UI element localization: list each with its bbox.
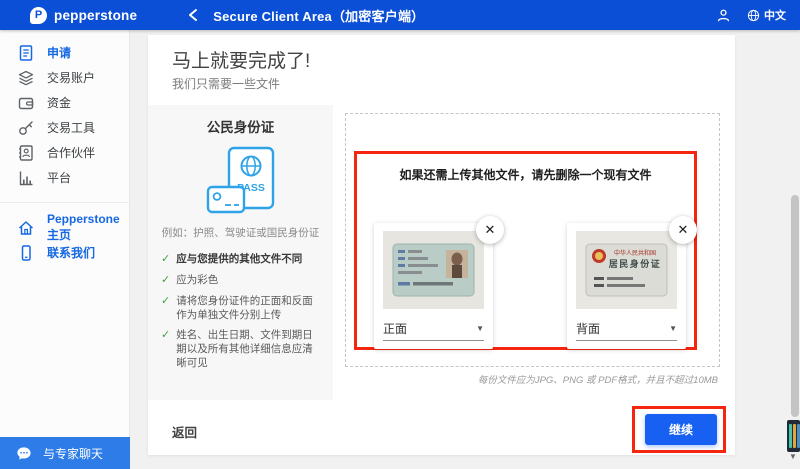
main-content: 马上就要完成了! 我们只需要一些文件 公民身份证 PASS 例如：护照、驾驶证或… xyxy=(148,35,735,455)
svg-text:中华人民共和国: 中华人民共和国 xyxy=(614,249,656,257)
sidebar-link-homepage[interactable]: Pepperstone 主页 xyxy=(0,212,129,242)
sidebar-item-trading-accounts[interactable]: 交易账户 xyxy=(0,65,129,90)
globe-icon xyxy=(747,9,760,21)
wallet-icon xyxy=(17,94,35,112)
check-icon: ✓ xyxy=(161,294,171,307)
sidebar-item-trading-tools[interactable]: 交易工具 xyxy=(0,115,129,140)
uploaded-file-card-front: ✕ 正面 ▼ xyxy=(374,216,504,349)
sidebar-item-label: 联系我们 xyxy=(47,246,96,260)
sidebar-divider xyxy=(0,202,129,203)
remove-file-button[interactable]: ✕ xyxy=(476,216,504,244)
sidebar: 申请 交易账户 资金 交易工具 合作伙伴 平台 Pepperstone 主页 联… xyxy=(0,30,130,469)
passport-icon: PASS xyxy=(148,145,333,219)
sidebar-item-label: 资金 xyxy=(47,96,72,110)
checklist-item: ✓ 姓名、出生日期、文件到期日期以及所有其他详细信息应清晰可见 xyxy=(161,329,313,370)
chat-with-expert-button[interactable]: 与专家聊天 xyxy=(0,437,130,469)
svg-text:居民身份证: 居民身份证 xyxy=(609,258,662,269)
document-example-caption: 例如：护照、驾驶证或国民身份证 xyxy=(161,227,320,239)
sidebar-item-platforms[interactable]: 平台 xyxy=(0,165,129,190)
sidebar-item-label: 合作伙伴 xyxy=(47,146,96,160)
bar-chart-icon xyxy=(17,169,35,187)
check-icon: ✓ xyxy=(161,253,171,265)
pepperstone-logo-icon: P xyxy=(30,6,47,24)
chevron-down-icon: ▼ xyxy=(669,324,677,333)
chat-bubble-icon xyxy=(17,446,31,460)
document-icon xyxy=(17,44,35,62)
brand-name: pepperstone xyxy=(54,7,138,23)
chat-label: 与专家聊天 xyxy=(43,446,104,461)
content-subheading: 我们只需要一些文件 xyxy=(172,77,281,91)
document-checklist: ✓ 应与您提供的其他文件不同 ✓ 应为彩色 ✓ 请将您身份证件的正面和反面作为单… xyxy=(148,252,333,371)
pepperstone-logo[interactable]: P pepperstone xyxy=(30,6,138,24)
upload-limit-warning: 如果还需上传其他文件，请先删除一个现有文件 xyxy=(399,168,652,182)
phone-icon xyxy=(17,244,35,262)
key-icon xyxy=(17,119,35,137)
secure-client-area-page: P pepperstone Secure Client Area（加密客户端） … xyxy=(0,0,800,469)
home-icon xyxy=(17,219,35,237)
back-button[interactable]: 返回 xyxy=(172,422,197,441)
back-chevron-icon[interactable] xyxy=(187,7,199,23)
checklist-item: ✓ 应为彩色 xyxy=(161,273,219,286)
language-label: 中文 xyxy=(764,10,786,22)
side-select-front[interactable]: 正面 ▼ xyxy=(383,320,484,341)
address-book-icon xyxy=(17,144,35,162)
document-info-panel: 公民身份证 PASS 例如：护照、驾驶证或国民身份证 ✓ 应与您提供的其他文件不… xyxy=(148,105,333,400)
user-icon[interactable] xyxy=(716,8,731,23)
check-icon: ✓ xyxy=(161,273,171,286)
page-title: Secure Client Area（加密客户端） xyxy=(213,8,425,24)
sidebar-link-contact-us[interactable]: 联系我们 xyxy=(0,240,129,265)
sidebar-item-label: 交易工具 xyxy=(47,121,96,135)
top-bar: P pepperstone Secure Client Area（加密客户端） … xyxy=(0,0,800,30)
document-type-title: 公民身份证 xyxy=(206,120,275,135)
content-heading: 马上就要完成了! xyxy=(172,51,311,72)
remove-file-button[interactable]: ✕ xyxy=(669,216,697,244)
checklist-item: ✓ 应与您提供的其他文件不同 xyxy=(161,253,303,265)
sidebar-item-label: Pepperstone 主页 xyxy=(47,212,120,242)
sidebar-item-application[interactable]: 申请 xyxy=(0,40,129,65)
checklist-item: ✓ 请将您身份证件的正面和反面作为单独文件分别上传 xyxy=(161,294,313,321)
id-back-image: 中华人民共和国 居民身份证 xyxy=(576,231,677,309)
chevron-down-icon: ▼ xyxy=(476,324,484,333)
side-select-back[interactable]: 背面 ▼ xyxy=(576,320,677,341)
sidebar-item-label: 交易账户 xyxy=(47,71,96,85)
scrollbar-down-arrow[interactable]: ▼ xyxy=(789,452,797,461)
sidebar-item-funds[interactable]: 资金 xyxy=(0,90,129,115)
sidebar-item-label: 申请 xyxy=(47,46,72,60)
uploaded-file-card-back: ✕ 中华人民共和国 居民身份证 背面 ▼ xyxy=(567,216,697,349)
sidebar-item-label: 平台 xyxy=(47,171,72,185)
scrollbar-mini-widget[interactable] xyxy=(787,420,800,452)
sidebar-item-partners[interactable]: 合作伙伴 xyxy=(0,140,129,165)
layers-icon xyxy=(17,69,35,87)
file-format-note: 每份文件应为JPG、PNG 或 PDF格式，并且不超过10MB xyxy=(477,375,718,386)
check-icon: ✓ xyxy=(161,329,171,342)
scrollbar-thumb[interactable] xyxy=(791,195,799,417)
language-switcher[interactable]: 中文 xyxy=(747,7,786,23)
id-front-image xyxy=(383,231,484,309)
upload-dropzone[interactable]: 如果还需上传其他文件，请先删除一个现有文件 ✕ 正面 ▼ ✕ 中华人民共和国 居… xyxy=(345,113,720,367)
continue-button[interactable]: 继续 xyxy=(645,414,717,445)
